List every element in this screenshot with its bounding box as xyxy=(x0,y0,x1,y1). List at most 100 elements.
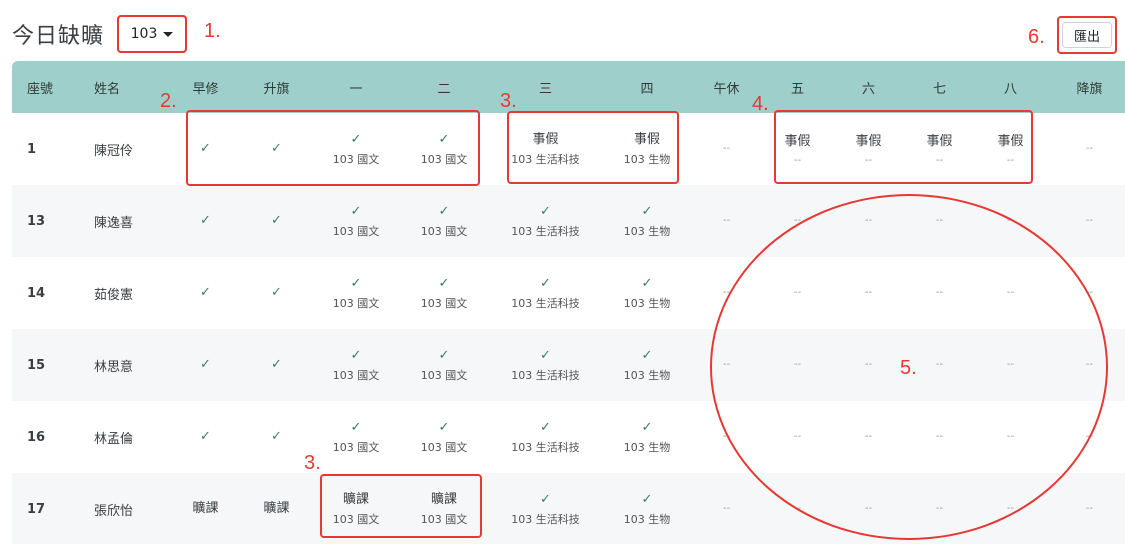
annotation-label-2: 2. xyxy=(160,90,177,112)
annotation-box-morning xyxy=(186,110,480,186)
seat-number: 15 xyxy=(27,357,46,373)
attendance-cell: ✓ 103 國文 xyxy=(312,257,400,329)
attendance-cell: -- xyxy=(691,473,762,544)
attendance-cell: ✓ 103 國文 xyxy=(312,401,400,473)
empty-status: -- xyxy=(722,143,731,154)
annotation-box-afternoon xyxy=(774,110,1033,184)
attendance-cell: -- xyxy=(1046,473,1125,544)
check-icon: ✓ xyxy=(438,348,450,363)
attendance-cell: -- xyxy=(691,113,762,185)
empty-status: -- xyxy=(1085,143,1094,154)
check-icon: ✓ xyxy=(271,285,282,300)
column-header: 座號 xyxy=(27,81,54,97)
subject-label: 103 生活科技 xyxy=(511,441,580,454)
column-header: 一 xyxy=(349,81,363,97)
attendance-cell: -- xyxy=(1046,185,1125,257)
absence-status: 曠課 xyxy=(192,501,219,516)
column-header: 二 xyxy=(437,81,451,97)
check-icon: ✓ xyxy=(641,204,653,219)
subject-label: 103 國文 xyxy=(332,441,380,454)
annotation-box-class-select xyxy=(117,15,187,53)
attendance-cell: ✓ xyxy=(241,401,312,473)
empty-status: -- xyxy=(722,215,731,226)
check-icon: ✓ xyxy=(271,429,282,444)
annotation-box-leave xyxy=(507,111,679,184)
column-header: 八 xyxy=(1003,81,1017,97)
attendance-cell: ✓ xyxy=(241,257,312,329)
check-icon: ✓ xyxy=(641,348,653,363)
annotation-box-export xyxy=(1057,16,1117,54)
absence-status: 曠課 xyxy=(263,501,290,516)
check-icon: ✓ xyxy=(641,276,653,291)
check-icon: ✓ xyxy=(271,357,282,372)
attendance-cell: ✓ 103 國文 xyxy=(400,257,488,329)
check-icon: ✓ xyxy=(540,420,551,435)
attendance-cell: ✓ 103 生活科技 xyxy=(488,329,603,401)
check-icon: ✓ xyxy=(350,420,362,435)
subject-label: 103 生活科技 xyxy=(511,369,580,382)
annotation-label-3b: 3. xyxy=(304,452,321,474)
attendance-cell: ✓ 103 生活科技 xyxy=(488,185,603,257)
subject-label: 103 國文 xyxy=(332,297,380,310)
student-name: 陳冠伶 xyxy=(94,143,134,159)
column-header: 升旗 xyxy=(263,81,290,97)
attendance-cell: -- xyxy=(691,185,762,257)
check-icon: ✓ xyxy=(540,348,551,363)
attendance-cell: 曠課 xyxy=(170,473,241,544)
seat-number: 1 xyxy=(27,141,37,157)
seat-number: 16 xyxy=(27,429,46,445)
attendance-cell: ✓ 103 生活科技 xyxy=(488,257,603,329)
subject-label: 103 生活科技 xyxy=(511,513,580,526)
attendance-cell: ✓ xyxy=(241,329,312,401)
page-title: 今日缺曠 xyxy=(12,24,105,49)
check-icon: ✓ xyxy=(350,204,362,219)
check-icon: ✓ xyxy=(438,204,450,219)
empty-status: -- xyxy=(722,503,731,514)
attendance-cell: ✓ 103 國文 xyxy=(312,185,400,257)
empty-status: -- xyxy=(1085,215,1094,226)
column-header: 早修 xyxy=(192,81,219,97)
column-header: 姓名 xyxy=(94,81,121,97)
attendance-cell: ✓ 103 生物 xyxy=(603,473,691,544)
attendance-cell: ✓ 103 國文 xyxy=(312,329,400,401)
attendance-cell: ✓ 103 生物 xyxy=(603,329,691,401)
check-icon: ✓ xyxy=(271,213,282,228)
subject-label: 103 生活科技 xyxy=(511,297,580,310)
attendance-cell: 曠課 xyxy=(241,473,312,544)
table-header-row: 座號 姓名 早修 升旗一二三四午休五六七八降旗 xyxy=(12,61,1125,113)
attendance-cell: ✓ 103 國文 xyxy=(400,401,488,473)
attendance-cell: ✓ 103 生物 xyxy=(603,185,691,257)
subject-label: 103 國文 xyxy=(420,369,468,382)
column-header: 四 xyxy=(640,81,654,97)
subject-label: 103 生物 xyxy=(623,441,671,454)
attendance-cell: -- xyxy=(1046,113,1125,185)
subject-label: 103 生活科技 xyxy=(511,225,580,238)
attendance-cell: ✓ xyxy=(170,185,241,257)
check-icon: ✓ xyxy=(540,276,551,291)
student-name: 茹俊憲 xyxy=(94,287,134,303)
column-header: 降旗 xyxy=(1076,81,1103,97)
check-icon: ✓ xyxy=(200,285,211,300)
annotation-box-absent xyxy=(320,474,482,538)
attendance-cell: ✓ 103 生活科技 xyxy=(488,401,603,473)
subject-label: 103 生物 xyxy=(623,225,671,238)
subject-label: 103 國文 xyxy=(420,441,468,454)
attendance-cell: ✓ 103 國文 xyxy=(400,329,488,401)
attendance-cell: ✓ xyxy=(170,257,241,329)
attendance-cell: ✓ xyxy=(170,401,241,473)
attendance-cell: ✓ xyxy=(170,329,241,401)
check-icon: ✓ xyxy=(540,492,551,507)
check-icon: ✓ xyxy=(438,420,450,435)
student-name: 林思意 xyxy=(94,359,134,375)
check-icon: ✓ xyxy=(641,420,653,435)
column-header: 六 xyxy=(861,81,875,97)
check-icon: ✓ xyxy=(350,348,362,363)
check-icon: ✓ xyxy=(200,357,211,372)
seat-number: 17 xyxy=(27,501,46,517)
student-name: 林孟倫 xyxy=(94,431,134,447)
check-icon: ✓ xyxy=(641,492,653,507)
subject-label: 103 生物 xyxy=(623,513,671,526)
student-name: 陳逸喜 xyxy=(94,215,134,231)
check-icon: ✓ xyxy=(438,276,450,291)
attendance-cell: ✓ 103 生物 xyxy=(603,257,691,329)
